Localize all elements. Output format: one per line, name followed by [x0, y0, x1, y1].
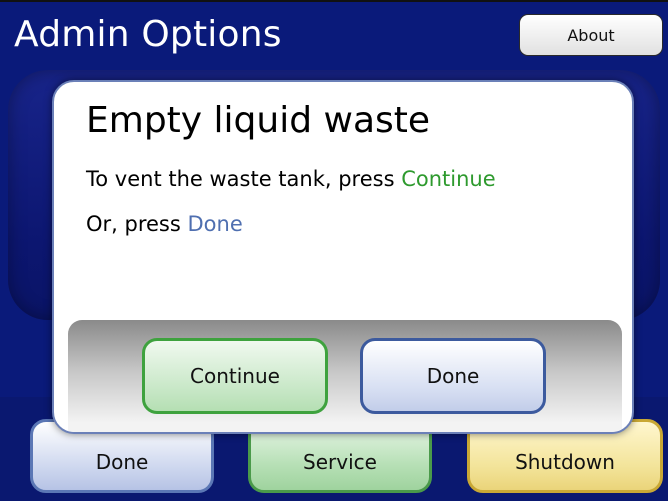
empty-waste-dialog: Empty liquid waste To vent the waste tan… — [52, 80, 634, 434]
continue-button[interactable]: Continue — [142, 338, 328, 414]
dialog-instruction-continue: To vent the waste tank, press Continue — [86, 164, 496, 194]
dialog-instruction-done: Or, press Done — [86, 209, 243, 239]
page-title: Admin Options — [14, 14, 282, 55]
about-button[interactable]: About — [519, 14, 663, 56]
shutdown-button-label: Shutdown — [515, 450, 615, 474]
instruction-text: To vent the waste tank, press — [86, 167, 402, 191]
dialog-done-button[interactable]: Done — [360, 338, 546, 414]
service-button-label: Service — [303, 450, 377, 474]
instruction-text: Or, press — [86, 212, 188, 236]
done-highlight: Done — [187, 212, 243, 236]
done-button-label: Done — [95, 450, 149, 474]
dialog-title: Empty liquid waste — [86, 100, 431, 141]
admin-screen: Admin Options About Done Service Shutdow… — [0, 0, 668, 501]
continue-highlight: Continue — [401, 167, 496, 191]
